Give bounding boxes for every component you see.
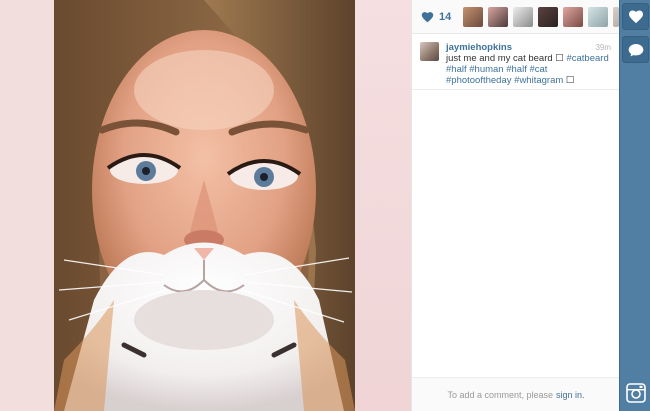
hashtag-link[interactable]: #half [446,64,467,75]
likes-bar: 14 [412,0,619,34]
comment-prompt: To add a comment, please [447,389,554,400]
avatar[interactable] [588,6,608,27]
caption-body: jaymiehopkins 39m just me and my cat bea… [446,42,611,86]
caption-prefix: just me and my cat beard ☐ [446,53,567,64]
comment-button[interactable] [622,36,649,63]
avatar[interactable] [420,42,439,61]
caption: jaymiehopkins 39m just me and my cat bea… [412,34,619,90]
sign-in-link[interactable]: sign in. [556,390,585,400]
hashtag-link[interactable]: #human [469,64,503,75]
photo-image [54,0,355,411]
left-backdrop [0,0,54,411]
avatar[interactable] [463,6,483,27]
hashtag-link[interactable]: #whitagram [514,75,563,86]
heart-icon [628,10,643,24]
hashtag-link[interactable]: #half [506,64,527,75]
caption-suffix: ☐ [563,75,575,86]
action-bar [619,0,650,411]
avatar[interactable] [563,6,583,27]
comment-icon [628,43,643,56]
like-button[interactable] [622,3,649,30]
avatar[interactable] [513,6,533,27]
like-count-value: 14 [439,10,452,23]
like-count[interactable]: 14 [421,11,463,23]
caption-header: jaymiehopkins 39m [446,42,611,53]
post-photo[interactable] [54,0,355,411]
instagram-logo-icon[interactable] [626,383,646,403]
hashtag-link[interactable]: #catbeard [566,53,608,64]
right-backdrop [355,0,411,411]
likers-list [463,6,619,27]
username-link[interactable]: jaymiehopkins [446,42,512,53]
avatar[interactable] [538,6,558,27]
caption-text: just me and my cat beard ☐ #catbeard #hal… [446,53,611,86]
timestamp: 39m [595,43,611,52]
comment-footer: To add a comment, please sign in. [412,377,620,411]
info-panel: 14 jaymiehopkins 39m just me and my cat … [411,0,620,411]
heart-icon [421,11,434,22]
hashtag-link[interactable]: #photooftheday [446,75,512,86]
avatar[interactable] [488,6,508,27]
hashtag-link[interactable]: #cat [529,64,547,75]
